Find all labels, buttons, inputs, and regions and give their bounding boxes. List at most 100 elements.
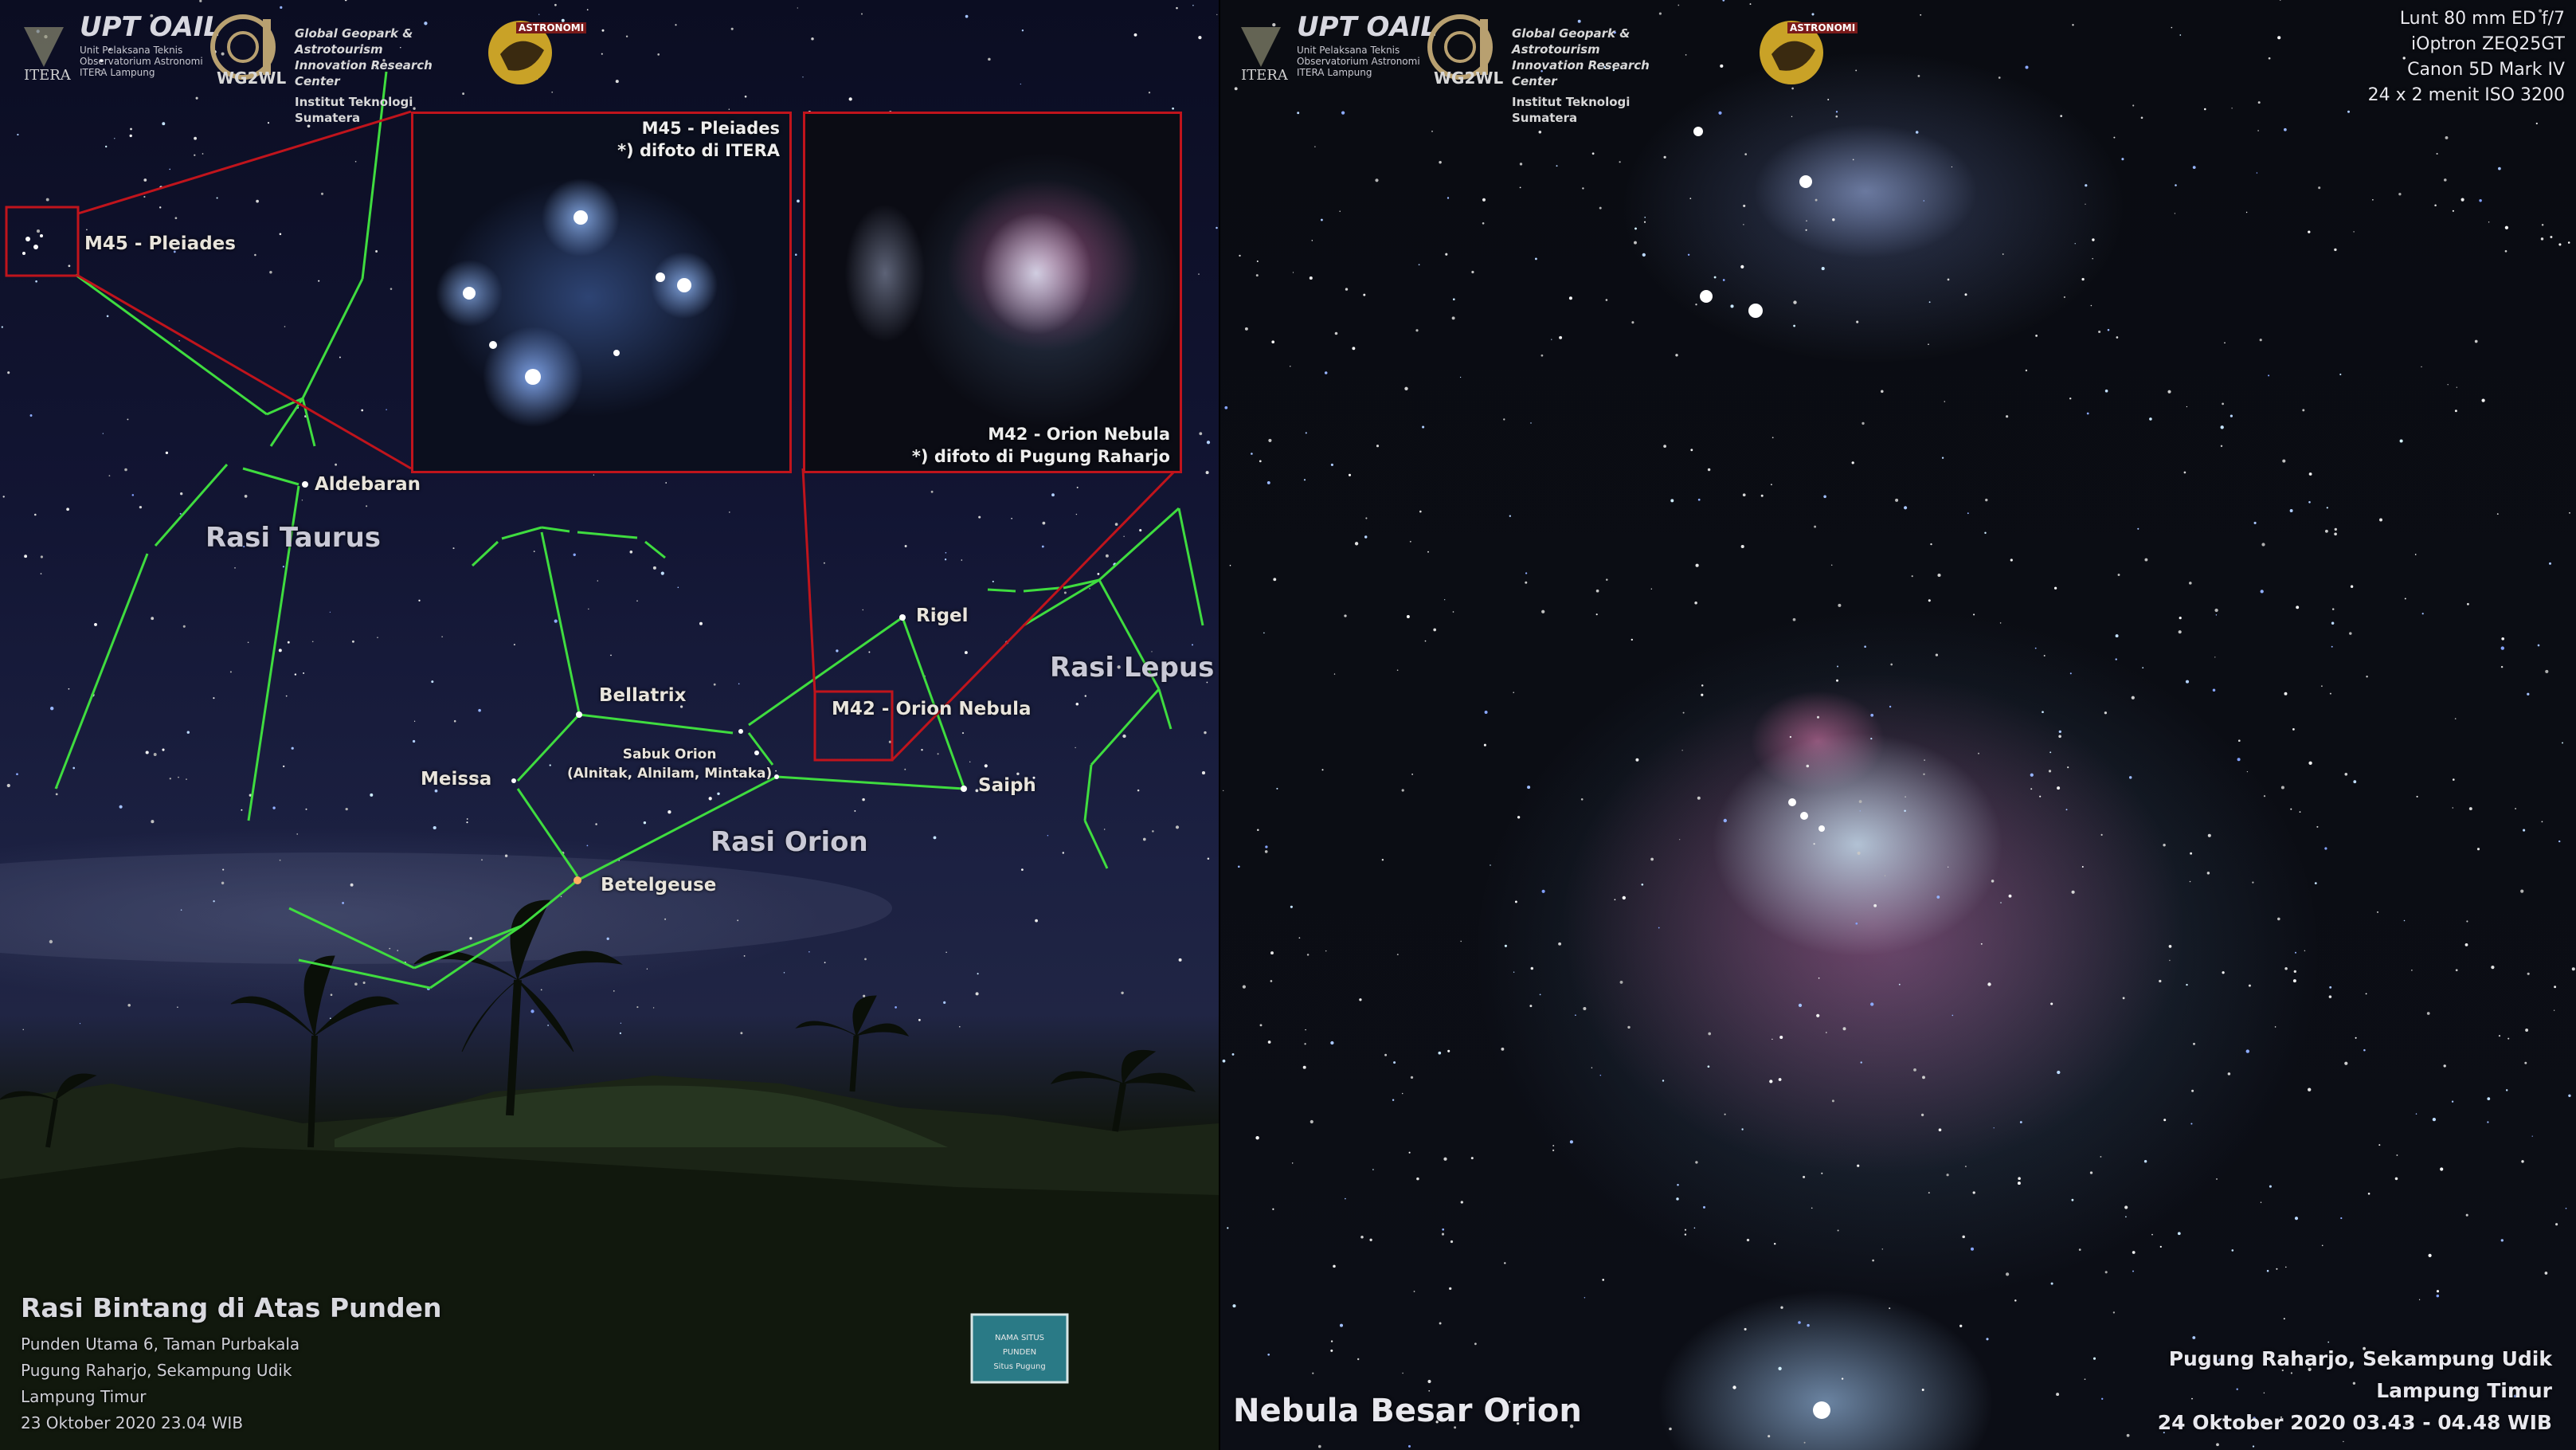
background-star bbox=[2461, 198, 2464, 202]
wg2wl-label: WG2WL bbox=[1434, 69, 1504, 88]
equipment-info: Lunt 80 mm ED f/7 iOptron ZEQ25GT Canon … bbox=[2368, 6, 2565, 108]
background-star bbox=[159, 206, 162, 209]
background-star bbox=[1771, 1038, 1773, 1040]
orion-line bbox=[541, 526, 570, 533]
background-star bbox=[1097, 572, 1100, 575]
background-star bbox=[108, 475, 111, 476]
background-star bbox=[2002, 253, 2004, 255]
background-star bbox=[1345, 288, 1349, 291]
background-star bbox=[740, 1032, 743, 1035]
background-star bbox=[1635, 758, 1639, 762]
background-star bbox=[2555, 1223, 2558, 1226]
equipment-line: Canon 5D Mark IV bbox=[2407, 60, 2565, 80]
background-star bbox=[652, 566, 656, 570]
background-star bbox=[730, 27, 734, 30]
background-star bbox=[1643, 221, 1646, 223]
background-star bbox=[2562, 742, 2563, 744]
background-star bbox=[2488, 221, 2490, 223]
background-star bbox=[1035, 919, 1038, 923]
background-star bbox=[2084, 1378, 2086, 1381]
background-star bbox=[1076, 486, 1079, 488]
background-star bbox=[1216, 226, 1218, 229]
orion-line bbox=[578, 713, 734, 735]
punden-mound bbox=[335, 1085, 948, 1147]
background-star bbox=[2151, 1233, 2153, 1236]
background-star bbox=[2256, 172, 2258, 174]
background-star bbox=[2331, 645, 2333, 648]
background-star bbox=[1743, 204, 1746, 207]
background-star bbox=[1268, 438, 1272, 442]
lepus-line bbox=[1090, 688, 1161, 766]
background-star bbox=[2329, 986, 2332, 989]
background-star bbox=[151, 820, 155, 824]
background-star bbox=[1870, 1002, 1874, 1006]
background-star bbox=[2035, 335, 2038, 337]
background-star bbox=[284, 326, 286, 327]
background-star bbox=[1697, 498, 1701, 501]
background-star bbox=[1442, 1228, 1445, 1231]
background-star bbox=[1746, 1238, 1750, 1242]
background-star bbox=[1937, 573, 1941, 578]
background-star bbox=[2098, 330, 2101, 334]
background-star bbox=[937, 753, 939, 755]
background-star bbox=[2308, 1088, 2312, 1091]
background-star bbox=[2065, 809, 2068, 811]
background-star bbox=[452, 547, 455, 550]
background-star bbox=[1779, 1035, 1783, 1040]
background-star bbox=[2452, 210, 2454, 212]
background-star bbox=[2248, 984, 2251, 987]
background-star bbox=[2092, 257, 2093, 260]
background-star bbox=[267, 122, 270, 124]
background-star bbox=[1676, 1197, 1679, 1201]
background-star bbox=[660, 571, 664, 575]
background-star bbox=[1418, 264, 1420, 266]
background-star bbox=[1855, 69, 1858, 72]
background-star bbox=[1447, 1049, 1450, 1052]
background-star bbox=[2019, 1121, 2022, 1123]
background-star bbox=[2222, 402, 2224, 406]
background-star bbox=[2367, 1193, 2370, 1195]
background-star bbox=[282, 566, 285, 568]
background-star bbox=[1063, 591, 1067, 594]
himastron-logo: ASTRONOMI bbox=[484, 14, 587, 86]
background-star bbox=[665, 482, 667, 484]
background-star bbox=[1740, 265, 1744, 268]
background-star bbox=[269, 271, 272, 274]
sabuk-orion-stars: (Alnitak, Alnilam, Mintaka) bbox=[567, 766, 773, 782]
background-star bbox=[66, 507, 69, 511]
background-star bbox=[162, 748, 165, 751]
bright-star bbox=[1748, 304, 1763, 318]
background-star bbox=[625, 35, 628, 37]
background-star bbox=[1075, 702, 1079, 706]
background-star bbox=[105, 145, 108, 148]
background-star bbox=[1862, 421, 1865, 425]
background-star bbox=[412, 739, 416, 743]
background-star bbox=[601, 29, 605, 32]
background-star bbox=[613, 990, 615, 992]
background-star bbox=[978, 515, 981, 519]
background-star bbox=[1251, 453, 1253, 455]
background-star bbox=[646, 968, 648, 970]
background-star bbox=[1987, 982, 1991, 986]
background-star bbox=[2284, 967, 2288, 970]
background-star bbox=[1552, 1145, 1555, 1146]
background-star bbox=[802, 76, 804, 78]
background-star bbox=[1396, 669, 1399, 672]
pleiades-bright-star bbox=[525, 369, 541, 385]
background-star bbox=[1354, 542, 1359, 546]
background-star bbox=[335, 463, 338, 466]
background-star bbox=[2294, 1217, 2299, 1221]
background-star bbox=[2000, 902, 2002, 903]
background-star bbox=[1821, 1172, 1823, 1174]
background-star bbox=[2207, 833, 2211, 837]
itera-label: ITERA bbox=[1241, 67, 1288, 84]
background-star bbox=[1857, 851, 1861, 855]
logo-group-left: ITERA UPT OAIL Unit Pelaksana Teknis Obs… bbox=[16, 11, 478, 125]
background-star bbox=[1627, 1025, 1631, 1029]
background-star bbox=[1827, 99, 1830, 100]
background-star bbox=[1525, 581, 1528, 584]
background-star bbox=[418, 599, 421, 602]
background-star bbox=[2025, 369, 2028, 372]
background-star bbox=[1684, 1229, 1687, 1231]
background-star bbox=[1830, 564, 1833, 566]
